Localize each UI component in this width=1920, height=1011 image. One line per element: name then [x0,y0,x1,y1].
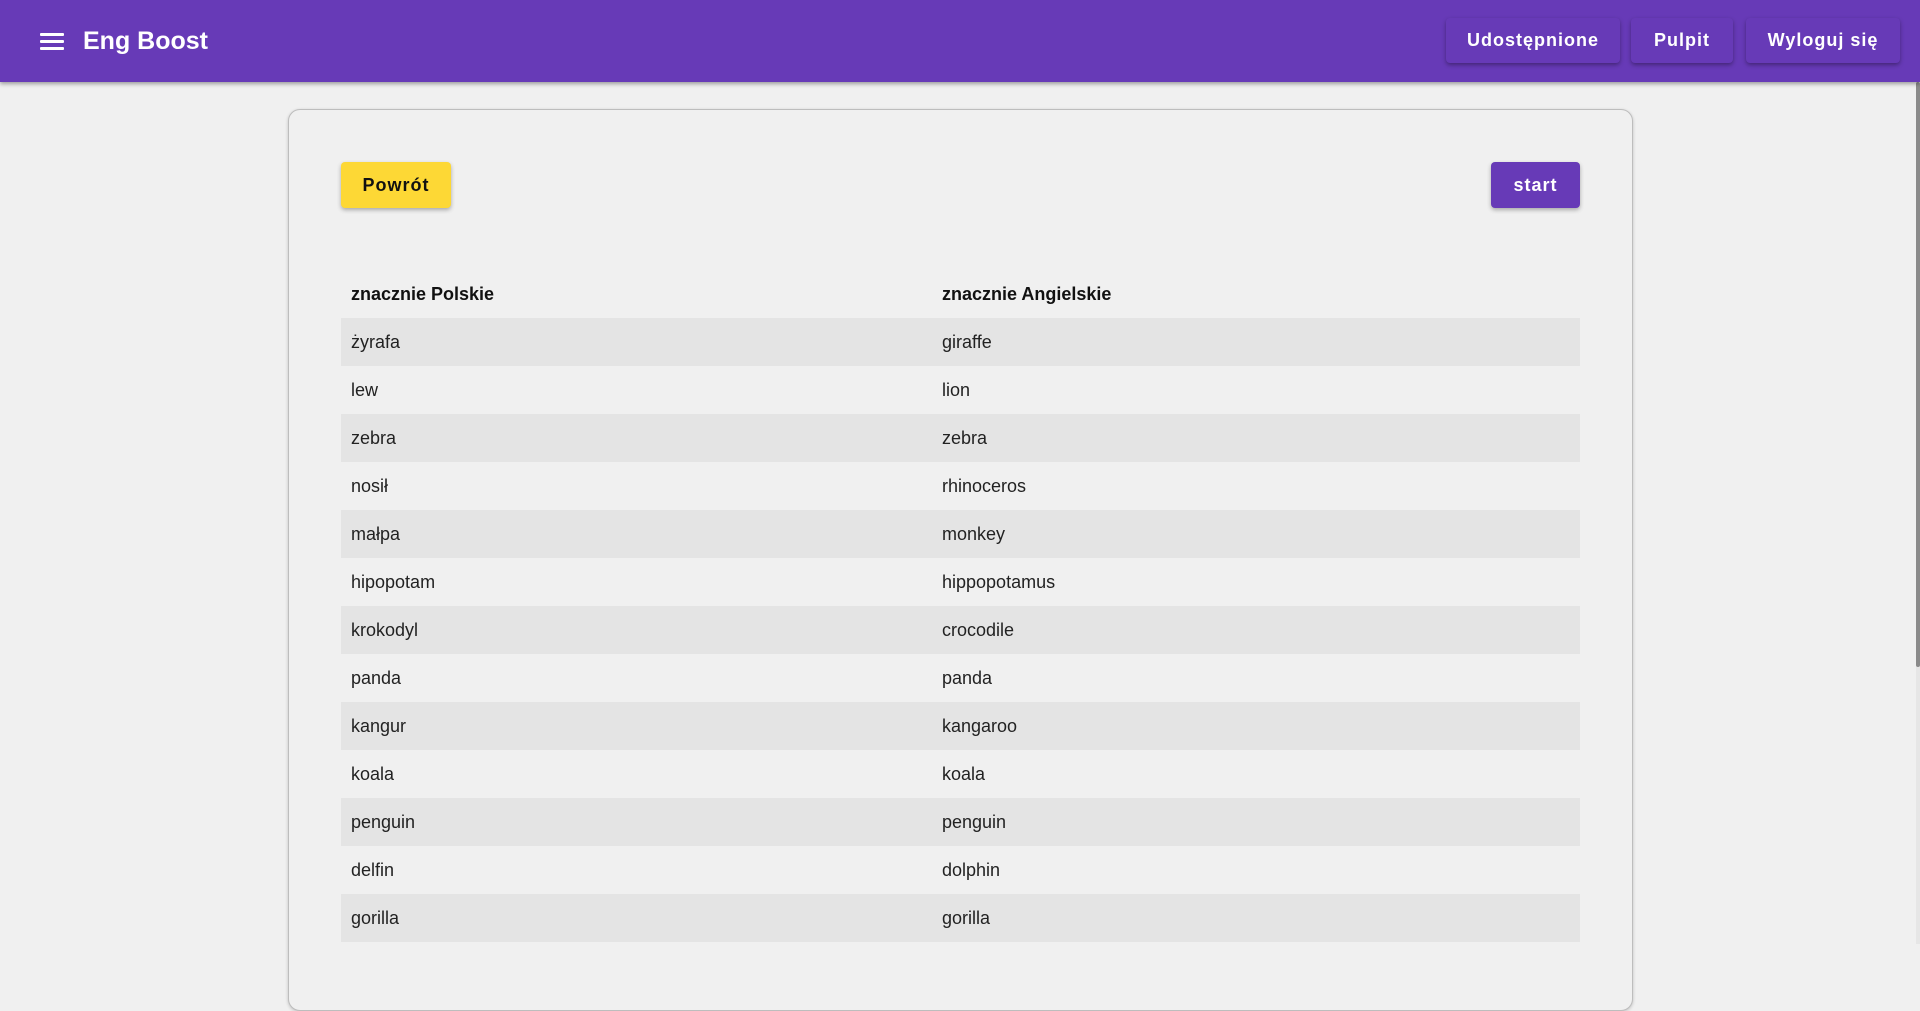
cell-polish-word: gorilla [351,908,400,928]
table-row: nosił rhinoceros [341,462,1580,510]
start-button[interactable]: start [1491,162,1580,208]
cell-english-word: penguin [942,812,1007,832]
table-row: małpa monkey [341,510,1580,558]
cell-polish-word: zebra [351,428,397,448]
cell-polish-word: penguin [351,812,416,832]
cell-polish-word: małpa [351,524,401,544]
column-header-polish: znacznie Polskie [351,284,495,304]
app-title: Eng Boost [83,27,208,55]
cell-polish-word: koala [351,764,395,784]
table-header-row: znacznie Polskie znacznie Angielskie [341,270,1580,318]
back-button[interactable]: Powrót [341,162,451,208]
cell-polish-word: krokodyl [351,620,419,640]
table-row: koala koala [341,750,1580,798]
cell-english-word: dolphin [942,860,1001,880]
app-bar: Eng Boost Udostępnione Pulpit Wyloguj si… [0,0,1920,82]
nav-button-logout[interactable]: Wyloguj się [1746,18,1900,63]
word-set-card: Powrót start znacznie Polskie znacznie A… [288,109,1633,1011]
cell-polish-word: nosił [351,476,389,496]
cell-english-word: koala [942,764,986,784]
table-row: penguin penguin [341,798,1580,846]
cell-english-word: crocodile [942,620,1015,640]
table-row: delfin dolphin [341,846,1580,894]
column-header-english: znacznie Angielskie [942,284,1112,304]
table-row: krokodyl crocodile [341,606,1580,654]
cell-english-word: hippopotamus [942,572,1056,592]
cell-polish-word: hipopotam [351,572,436,592]
cell-english-word: gorilla [942,908,991,928]
table-row: panda panda [341,654,1580,702]
cell-polish-word: kangur [351,716,407,736]
cell-english-word: lion [942,380,971,400]
nav-button-dashboard[interactable]: Pulpit [1631,18,1733,63]
cell-polish-word: delfin [351,860,395,880]
nav-button-shared[interactable]: Udostępnione [1446,18,1620,63]
cell-english-word: monkey [942,524,1006,544]
cell-english-word: rhinoceros [942,476,1027,496]
cell-english-word: kangaroo [942,716,1018,736]
cell-english-word: giraffe [942,332,992,352]
table-row: lew lion [341,366,1580,414]
word-table: znacznie Polskie znacznie Angielskie żyr… [341,270,1580,942]
cell-english-word: zebra [942,428,988,448]
table-row: gorilla gorilla [341,894,1580,942]
cell-polish-word: żyrafa [351,332,401,352]
hamburger-menu-icon[interactable] [36,25,68,57]
table-row: zebra zebra [341,414,1580,462]
table-row: żyrafa giraffe [341,318,1580,366]
cell-polish-word: panda [351,668,402,688]
table-row: hipopotam hippopotamus [341,558,1580,606]
cell-english-word: panda [942,668,993,688]
table-row: kangur kangaroo [341,702,1580,750]
table-body: żyrafa giraffe lew lion zebra zebra nosił rhino… [341,318,1580,942]
cell-polish-word: lew [351,380,379,400]
scrollbar-thumb[interactable] [1916,82,1920,667]
